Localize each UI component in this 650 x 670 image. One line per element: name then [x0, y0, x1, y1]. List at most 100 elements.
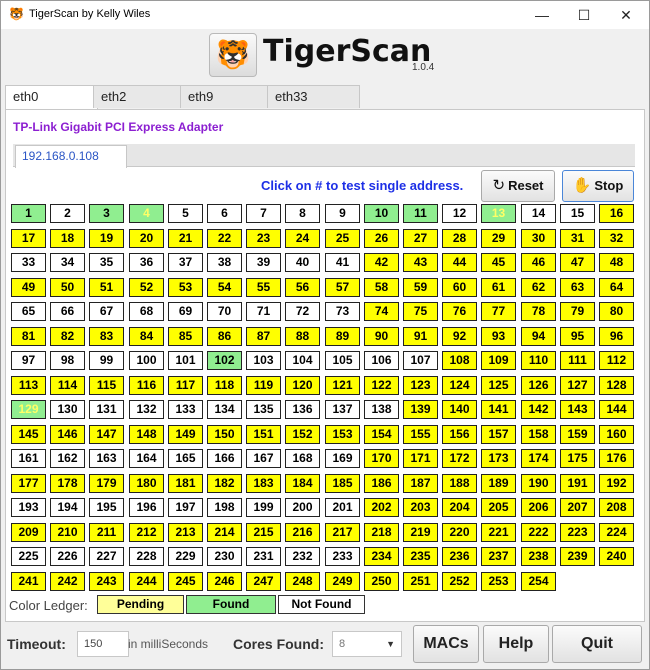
address-cell-102[interactable]: 102 [207, 351, 242, 370]
address-cell-192[interactable]: 192 [599, 474, 634, 493]
address-cell-90[interactable]: 90 [364, 327, 399, 346]
address-cell-118[interactable]: 118 [207, 376, 242, 395]
timeout-input[interactable]: 150 [77, 631, 129, 657]
address-cell-44[interactable]: 44 [442, 253, 477, 272]
tab-eth2[interactable]: eth2 [93, 85, 186, 108]
address-cell-164[interactable]: 164 [129, 449, 164, 468]
address-cell-29[interactable]: 29 [481, 229, 516, 248]
address-cell-173[interactable]: 173 [481, 449, 516, 468]
address-cell-89[interactable]: 89 [325, 327, 360, 346]
address-cell-50[interactable]: 50 [50, 278, 85, 297]
address-cell-151[interactable]: 151 [246, 425, 281, 444]
address-cell-77[interactable]: 77 [481, 302, 516, 321]
address-cell-22[interactable]: 22 [207, 229, 242, 248]
address-cell-249[interactable]: 249 [325, 572, 360, 591]
address-cell-195[interactable]: 195 [89, 498, 124, 517]
address-cell-25[interactable]: 25 [325, 229, 360, 248]
address-cell-28[interactable]: 28 [442, 229, 477, 248]
address-cell-2[interactable]: 2 [50, 204, 85, 223]
address-cell-122[interactable]: 122 [364, 376, 399, 395]
address-cell-211[interactable]: 211 [89, 523, 124, 542]
address-cell-204[interactable]: 204 [442, 498, 477, 517]
address-cell-1[interactable]: 1 [11, 204, 46, 223]
address-cell-23[interactable]: 23 [246, 229, 281, 248]
address-cell-4[interactable]: 4 [129, 204, 164, 223]
address-cell-209[interactable]: 209 [11, 523, 46, 542]
address-cell-11[interactable]: 11 [403, 204, 438, 223]
address-cell-31[interactable]: 31 [560, 229, 595, 248]
address-cell-62[interactable]: 62 [521, 278, 556, 297]
address-cell-221[interactable]: 221 [481, 523, 516, 542]
address-cell-150[interactable]: 150 [207, 425, 242, 444]
reset-button[interactable]: ↻ Reset [481, 170, 555, 202]
address-cell-99[interactable]: 99 [89, 351, 124, 370]
address-cell-147[interactable]: 147 [89, 425, 124, 444]
address-cell-232[interactable]: 232 [285, 547, 320, 566]
address-cell-205[interactable]: 205 [481, 498, 516, 517]
address-cell-111[interactable]: 111 [560, 351, 595, 370]
address-cell-135[interactable]: 135 [246, 400, 281, 419]
address-cell-10[interactable]: 10 [364, 204, 399, 223]
stop-button[interactable]: ✋ Stop [562, 170, 634, 202]
address-cell-251[interactable]: 251 [403, 572, 438, 591]
address-cell-226[interactable]: 226 [50, 547, 85, 566]
tab-eth33[interactable]: eth33 [267, 85, 360, 108]
address-cell-6[interactable]: 6 [207, 204, 242, 223]
address-cell-92[interactable]: 92 [442, 327, 477, 346]
address-cell-85[interactable]: 85 [168, 327, 203, 346]
address-cell-241[interactable]: 241 [11, 572, 46, 591]
address-cell-237[interactable]: 237 [481, 547, 516, 566]
address-cell-156[interactable]: 156 [442, 425, 477, 444]
address-cell-101[interactable]: 101 [168, 351, 203, 370]
address-cell-182[interactable]: 182 [207, 474, 242, 493]
address-cell-35[interactable]: 35 [89, 253, 124, 272]
address-cell-120[interactable]: 120 [285, 376, 320, 395]
address-cell-114[interactable]: 114 [50, 376, 85, 395]
address-cell-27[interactable]: 27 [403, 229, 438, 248]
address-cell-113[interactable]: 113 [11, 376, 46, 395]
address-cell-229[interactable]: 229 [168, 547, 203, 566]
address-cell-12[interactable]: 12 [442, 204, 477, 223]
address-cell-169[interactable]: 169 [325, 449, 360, 468]
address-cell-227[interactable]: 227 [89, 547, 124, 566]
address-cell-20[interactable]: 20 [129, 229, 164, 248]
address-cell-110[interactable]: 110 [521, 351, 556, 370]
address-cell-82[interactable]: 82 [50, 327, 85, 346]
address-cell-212[interactable]: 212 [129, 523, 164, 542]
address-cell-59[interactable]: 59 [403, 278, 438, 297]
address-cell-152[interactable]: 152 [285, 425, 320, 444]
address-cell-231[interactable]: 231 [246, 547, 281, 566]
address-cell-57[interactable]: 57 [325, 278, 360, 297]
address-cell-224[interactable]: 224 [599, 523, 634, 542]
address-cell-98[interactable]: 98 [50, 351, 85, 370]
address-cell-95[interactable]: 95 [560, 327, 595, 346]
address-cell-8[interactable]: 8 [285, 204, 320, 223]
cores-select[interactable]: 8 ▼ [332, 631, 402, 657]
address-cell-248[interactable]: 248 [285, 572, 320, 591]
address-cell-96[interactable]: 96 [599, 327, 634, 346]
address-cell-203[interactable]: 203 [403, 498, 438, 517]
address-cell-185[interactable]: 185 [325, 474, 360, 493]
address-cell-130[interactable]: 130 [50, 400, 85, 419]
address-cell-163[interactable]: 163 [89, 449, 124, 468]
address-cell-24[interactable]: 24 [285, 229, 320, 248]
address-cell-41[interactable]: 41 [325, 253, 360, 272]
address-cell-127[interactable]: 127 [560, 376, 595, 395]
address-cell-17[interactable]: 17 [11, 229, 46, 248]
address-cell-171[interactable]: 171 [403, 449, 438, 468]
address-cell-235[interactable]: 235 [403, 547, 438, 566]
address-cell-247[interactable]: 247 [246, 572, 281, 591]
address-cell-133[interactable]: 133 [168, 400, 203, 419]
tab-eth9[interactable]: eth9 [180, 85, 273, 108]
address-cell-21[interactable]: 21 [168, 229, 203, 248]
address-cell-240[interactable]: 240 [599, 547, 634, 566]
address-cell-160[interactable]: 160 [599, 425, 634, 444]
address-cell-206[interactable]: 206 [521, 498, 556, 517]
address-cell-201[interactable]: 201 [325, 498, 360, 517]
address-cell-124[interactable]: 124 [442, 376, 477, 395]
address-cell-84[interactable]: 84 [129, 327, 164, 346]
address-cell-116[interactable]: 116 [129, 376, 164, 395]
address-cell-74[interactable]: 74 [364, 302, 399, 321]
address-cell-200[interactable]: 200 [285, 498, 320, 517]
address-cell-242[interactable]: 242 [50, 572, 85, 591]
